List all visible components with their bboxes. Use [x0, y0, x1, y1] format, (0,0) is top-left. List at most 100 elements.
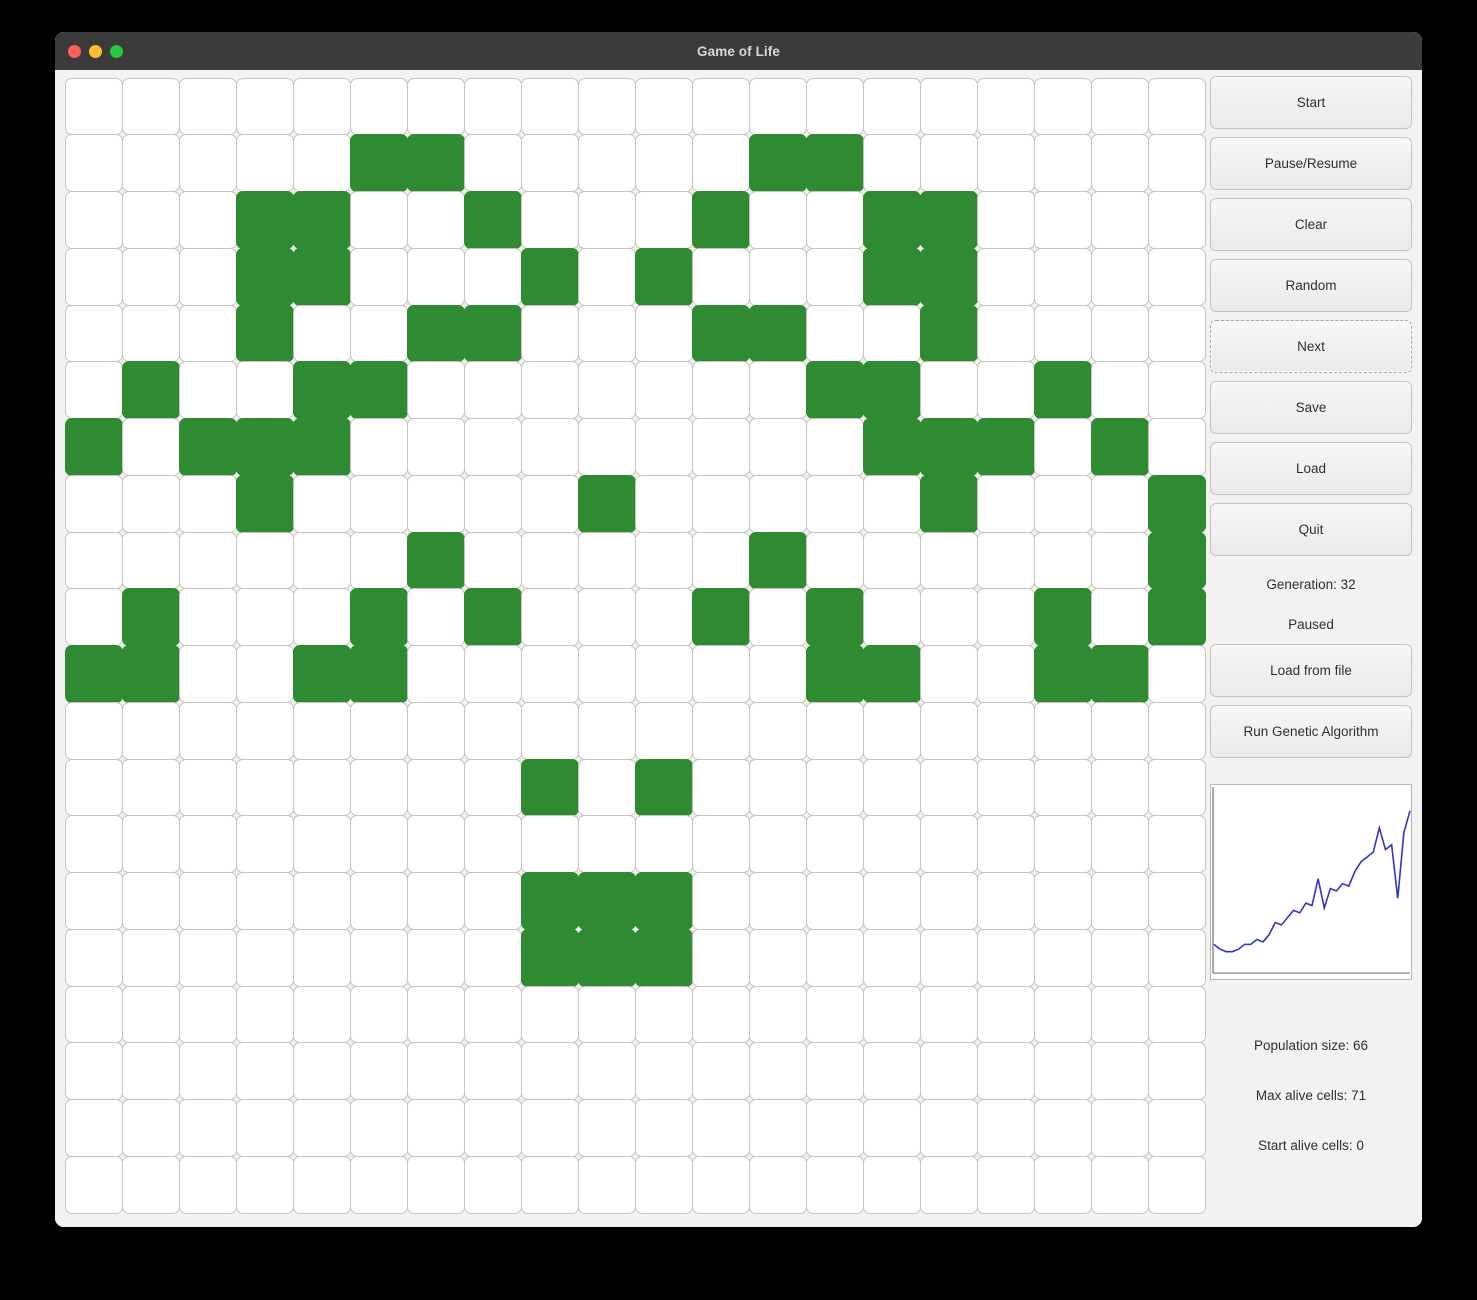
grid-cell[interactable] [634, 645, 693, 703]
grid-cell[interactable] [691, 531, 750, 590]
grid-cell[interactable] [520, 985, 579, 1044]
grid-cell[interactable] [178, 531, 237, 590]
grid-cell[interactable] [349, 1155, 408, 1214]
load-from-file-button[interactable]: Load from file [1210, 644, 1412, 697]
grid-cell[interactable] [292, 134, 351, 192]
grid-cell[interactable] [748, 1155, 807, 1214]
grid-cell[interactable] [805, 304, 864, 363]
grid-cell[interactable] [805, 588, 864, 646]
grid-cell[interactable] [862, 304, 921, 363]
grid-cell[interactable] [64, 191, 123, 249]
grid-cell[interactable] [1147, 645, 1206, 703]
grid-cell[interactable] [691, 1042, 750, 1100]
grid-cell[interactable] [634, 77, 693, 136]
grid-cell[interactable] [577, 758, 636, 817]
grid-cell[interactable] [121, 191, 180, 249]
grid-cell[interactable] [691, 247, 750, 306]
grid-cell[interactable] [748, 985, 807, 1044]
pause-resume-button[interactable]: Pause/Resume [1210, 137, 1412, 190]
grid-cell[interactable] [121, 645, 180, 703]
grid-cell[interactable] [577, 134, 636, 192]
grid-cell[interactable] [691, 1155, 750, 1214]
grid-cell[interactable] [178, 418, 237, 476]
grid-cell[interactable] [121, 928, 180, 987]
grid-cell[interactable] [976, 418, 1035, 476]
grid-cell[interactable] [805, 77, 864, 136]
grid-cell[interactable] [349, 304, 408, 363]
grid-cell[interactable] [520, 247, 579, 306]
grid-cell[interactable] [406, 361, 465, 419]
grid-cell[interactable] [235, 474, 294, 533]
grid-cell[interactable] [1033, 134, 1092, 192]
grid-cell[interactable] [406, 247, 465, 306]
run-genetic-algorithm-button[interactable]: Run Genetic Algorithm [1210, 705, 1412, 758]
grid-cell[interactable] [634, 191, 693, 249]
grid-cell[interactable] [178, 134, 237, 192]
grid-cell[interactable] [121, 872, 180, 930]
grid-cell[interactable] [1147, 815, 1206, 873]
next-button[interactable]: Next [1210, 320, 1412, 373]
grid-cell[interactable] [634, 928, 693, 987]
grid-cell[interactable] [292, 474, 351, 533]
grid-cell[interactable] [1090, 1042, 1149, 1100]
grid-cell[interactable] [1033, 247, 1092, 306]
grid-cell[interactable] [235, 701, 294, 760]
grid-cell[interactable] [577, 418, 636, 476]
grid-cell[interactable] [577, 77, 636, 136]
grid-cell[interactable] [691, 815, 750, 873]
grid-cell[interactable] [862, 77, 921, 136]
grid-cell[interactable] [634, 758, 693, 817]
grid-cell[interactable] [976, 985, 1035, 1044]
grid-cell[interactable] [349, 77, 408, 136]
grid-cell[interactable] [691, 985, 750, 1044]
grid-cell[interactable] [292, 588, 351, 646]
grid-cell[interactable] [292, 645, 351, 703]
grid-cell[interactable] [349, 361, 408, 419]
grid-cell[interactable] [406, 1099, 465, 1157]
grid-cell[interactable] [235, 418, 294, 476]
grid-cell[interactable] [178, 361, 237, 419]
grid-cell[interactable] [406, 1042, 465, 1100]
grid-cell[interactable] [634, 985, 693, 1044]
grid-cell[interactable] [634, 1099, 693, 1157]
grid-cell[interactable] [520, 1155, 579, 1214]
grid-cell[interactable] [976, 77, 1035, 136]
grid-cell[interactable] [1033, 985, 1092, 1044]
grid-cell[interactable] [1147, 1155, 1206, 1214]
grid-cell[interactable] [406, 758, 465, 817]
grid-cell[interactable] [463, 361, 522, 419]
grid-cell[interactable] [577, 1099, 636, 1157]
grid-cell[interactable] [577, 928, 636, 987]
grid-cell[interactable] [748, 758, 807, 817]
grid-cell[interactable] [1033, 815, 1092, 873]
grid-cell[interactable] [349, 1042, 408, 1100]
grid-cell[interactable] [691, 588, 750, 646]
grid-cell[interactable] [1033, 304, 1092, 363]
grid-cell[interactable] [121, 588, 180, 646]
grid-cell[interactable] [292, 191, 351, 249]
grid-cell[interactable] [349, 701, 408, 760]
grid-cell[interactable] [1033, 701, 1092, 760]
grid-cell[interactable] [577, 304, 636, 363]
grid-cell[interactable] [919, 418, 978, 476]
grid-cell[interactable] [691, 134, 750, 192]
grid-cell[interactable] [1090, 1155, 1149, 1214]
grid-cell[interactable] [805, 1042, 864, 1100]
grid-cell[interactable] [406, 815, 465, 873]
grid-cell[interactable] [64, 928, 123, 987]
grid-cell[interactable] [406, 77, 465, 136]
grid-cell[interactable] [748, 77, 807, 136]
grid-cell[interactable] [235, 361, 294, 419]
grid-cell[interactable] [520, 758, 579, 817]
grid-cell[interactable] [805, 1099, 864, 1157]
grid-cell[interactable] [349, 928, 408, 987]
grid-cell[interactable] [976, 1042, 1035, 1100]
grid-cell[interactable] [805, 361, 864, 419]
grid-cell[interactable] [520, 645, 579, 703]
grid-cell[interactable] [235, 1099, 294, 1157]
grid-cell[interactable] [976, 588, 1035, 646]
clear-button[interactable]: Clear [1210, 198, 1412, 251]
grid-cell[interactable] [520, 304, 579, 363]
grid-cell[interactable] [520, 588, 579, 646]
grid-cell[interactable] [748, 1099, 807, 1157]
